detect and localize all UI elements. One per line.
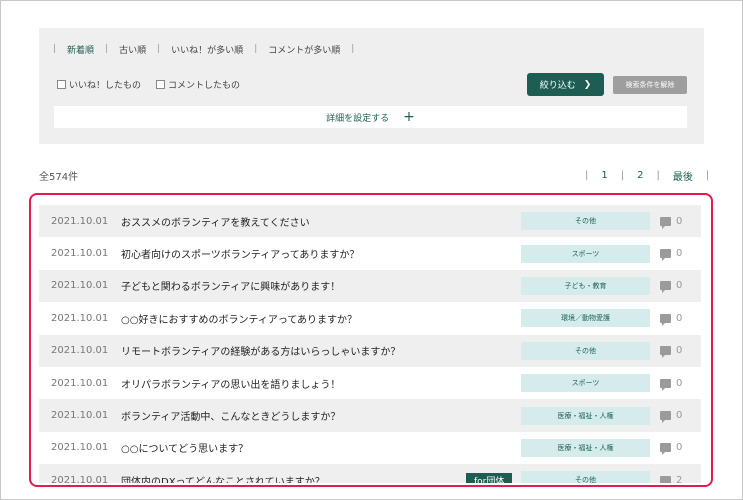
comment-count-value: 2 bbox=[676, 474, 683, 483]
detail-settings-label: 詳細を設定する bbox=[326, 113, 390, 124]
last-page-link[interactable]: 最後 bbox=[660, 168, 706, 183]
comment-count-value: 0 bbox=[676, 345, 683, 357]
sort-most-commented[interactable]: コメントが多い順 bbox=[257, 43, 351, 56]
post-date: 2021.10.01 bbox=[51, 345, 109, 357]
filter-panel: | 新着順 | 古い順 | いいね！が多い順 | コメントが多い順 | いいね！… bbox=[39, 28, 704, 144]
category-tag: 医療・福祉・人権 bbox=[521, 438, 650, 457]
category-tag: その他 bbox=[521, 471, 650, 483]
commented-checkbox[interactable] bbox=[156, 80, 166, 89]
post-row[interactable]: 2021.10.01 初心者向けのスポーツボランティアってありますか？ スポーツ 0 bbox=[39, 237, 701, 269]
sort-most-liked[interactable]: いいね！が多い順 bbox=[160, 43, 254, 56]
separator: | bbox=[351, 44, 355, 54]
comment-icon bbox=[660, 216, 671, 229]
category-tag: スポーツ bbox=[521, 374, 650, 393]
checkbox-row: いいね！したもの コメントしたもの bbox=[57, 78, 255, 91]
post-date: 2021.10.01 bbox=[51, 312, 109, 324]
post-date: 2021.10.01 bbox=[51, 474, 109, 483]
page-2-link[interactable]: 2 bbox=[624, 170, 656, 181]
post-date: 2021.10.01 bbox=[51, 215, 109, 227]
separator: | bbox=[705, 170, 710, 181]
comment-count-value: 0 bbox=[676, 215, 683, 227]
comment-count: 0 bbox=[660, 377, 683, 391]
comment-count: 0 bbox=[660, 410, 683, 424]
post-row[interactable]: 2021.10.01 子どもと関わるボランティアに興味があります！ 子ども・教育 0 bbox=[39, 269, 701, 303]
comment-icon bbox=[660, 475, 671, 483]
liked-filter[interactable]: いいね！したもの bbox=[57, 78, 141, 91]
liked-label: いいね！したもの bbox=[69, 81, 142, 91]
category-tag: 環境／動物愛護 bbox=[521, 309, 650, 328]
post-date: 2021.10.01 bbox=[51, 410, 109, 422]
sort-oldest[interactable]: 古い順 bbox=[108, 43, 157, 56]
comment-count-value: 0 bbox=[676, 280, 683, 292]
comment-icon bbox=[660, 411, 671, 424]
comment-icon bbox=[660, 346, 671, 359]
post-list: 2021.10.01 おススメのボランティアを教えてください その他 0 2021.10… bbox=[39, 205, 701, 483]
comment-icon bbox=[660, 313, 671, 326]
comment-count-value: 0 bbox=[676, 442, 683, 454]
clear-button-label: 検索条件を解除 bbox=[625, 81, 675, 89]
category-tag: スポーツ bbox=[521, 244, 650, 263]
liked-checkbox[interactable] bbox=[57, 80, 66, 89]
narrow-button-label: 絞り込む bbox=[539, 81, 576, 91]
sort-options: | 新着順 | 古い順 | いいね！が多い順 | コメントが多い順 | bbox=[53, 42, 354, 56]
comment-count: 0 bbox=[660, 280, 683, 294]
post-date: 2021.10.01 bbox=[51, 442, 109, 454]
post-date: 2021.10.01 bbox=[51, 280, 109, 292]
post-date: 2021.10.01 bbox=[51, 248, 109, 260]
comment-icon bbox=[660, 249, 671, 262]
comment-count-value: 0 bbox=[676, 248, 683, 260]
post-row[interactable]: 2021.10.01 団体内のDXってどんなことされていますか？ for団体 その他 2 bbox=[39, 464, 701, 483]
page-1-link[interactable]: 1 bbox=[588, 170, 620, 181]
detail-settings-toggle[interactable]: 詳細を設定する + bbox=[54, 106, 687, 128]
pagination: | 1 | 2 | 最後 | bbox=[585, 168, 709, 183]
comment-icon bbox=[660, 378, 671, 391]
post-row[interactable]: 2021.10.01 ボランティア活動中、こんなときどうしますか？ 医療・福祉・人権… bbox=[39, 399, 701, 432]
commented-filter[interactable]: コメントしたもの bbox=[156, 78, 240, 91]
post-date: 2021.10.01 bbox=[51, 377, 109, 389]
clear-conditions-button[interactable]: 検索条件を解除 bbox=[613, 76, 687, 94]
comment-count-value: 0 bbox=[676, 377, 683, 389]
plus-icon: + bbox=[403, 109, 415, 125]
sort-newest[interactable]: 新着順 bbox=[56, 43, 105, 56]
category-tag: その他 bbox=[521, 212, 650, 231]
comment-count-value: 0 bbox=[676, 312, 683, 324]
result-count: 全574件 bbox=[39, 172, 79, 183]
comment-count: 2 bbox=[660, 475, 682, 483]
category-tag: 子ども・教育 bbox=[521, 276, 650, 295]
comment-count: 0 bbox=[660, 442, 683, 456]
post-row[interactable]: 2021.10.01 ○○好きにおすすめのボランティアってありますか？ 環境／動物愛… bbox=[39, 302, 701, 334]
narrow-button[interactable]: 絞り込む ❯ bbox=[527, 73, 604, 96]
comment-icon bbox=[660, 443, 671, 456]
group-badge: for団体 bbox=[466, 472, 513, 483]
comment-count: 0 bbox=[660, 345, 683, 359]
comment-count-value: 0 bbox=[676, 410, 683, 422]
comment-count: 0 bbox=[660, 248, 683, 262]
post-row[interactable]: 2021.10.01 おススメのボランティアを教えてください その他 0 bbox=[39, 205, 701, 238]
comment-count: 0 bbox=[660, 215, 683, 229]
category-tag: 医療・福祉・人権 bbox=[521, 406, 650, 425]
comment-icon bbox=[660, 281, 671, 294]
post-row[interactable]: 2021.10.01 ○○についてどう思います？ 医療・福祉・人権 0 bbox=[39, 432, 701, 464]
comment-count: 0 bbox=[660, 312, 683, 326]
commented-label: コメントしたもの bbox=[168, 81, 241, 91]
chevron-right-icon: ❯ bbox=[583, 79, 592, 90]
category-tag: その他 bbox=[521, 341, 650, 360]
post-row[interactable]: 2021.10.01 リモートボランティアの経験がある方はいらっしゃいますか？ その… bbox=[39, 334, 701, 367]
post-row[interactable]: 2021.10.01 オリパラボランティアの思い出を語りましょう！ スポーツ 0 bbox=[39, 367, 701, 399]
